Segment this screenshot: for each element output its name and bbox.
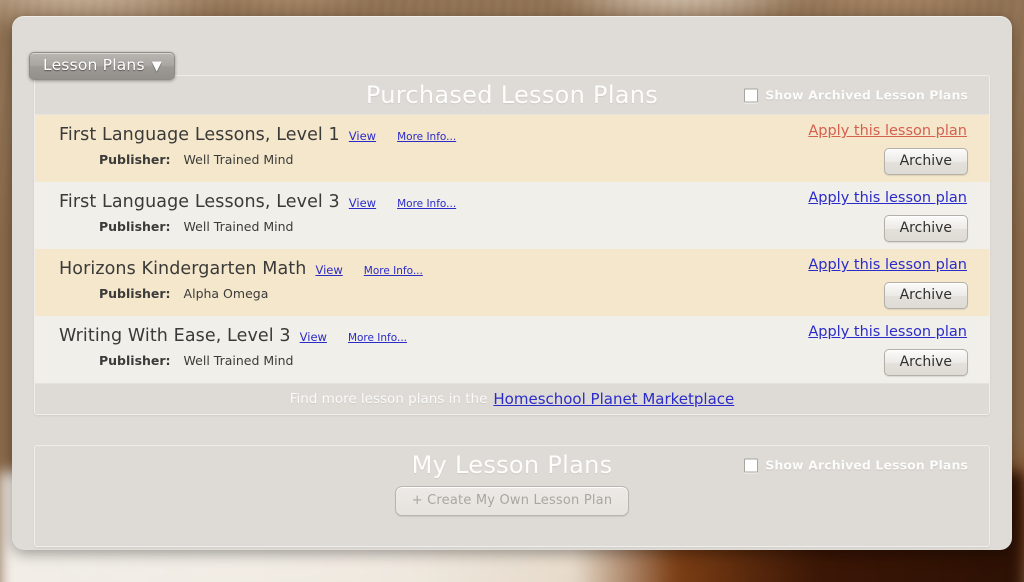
- publisher-label: Publisher:: [99, 152, 171, 167]
- plan-name: Writing With Ease, Level 3: [59, 326, 291, 346]
- more-info-link[interactable]: More Info...: [364, 265, 423, 277]
- my-panel-body: + Create My Own Lesson Plan: [35, 484, 989, 546]
- publisher-value: Alpha Omega: [183, 286, 269, 301]
- apply-lesson-plan-link[interactable]: Apply this lesson plan: [808, 257, 967, 273]
- create-my-own-lesson-plan-button[interactable]: + Create My Own Lesson Plan: [394, 486, 630, 516]
- view-link[interactable]: View: [349, 196, 376, 210]
- table-row[interactable]: First Language Lessons, Level 3 View Mor…: [35, 182, 989, 249]
- chevron-down-icon: ▼: [151, 58, 162, 74]
- tab-lesson-plans-label: Lesson Plans: [43, 56, 145, 74]
- publisher-value: Well Trained Mind: [183, 353, 294, 368]
- show-archived-toggle-purchased[interactable]: Show Archived Lesson Plans: [744, 88, 968, 103]
- archive-button[interactable]: Archive: [883, 282, 968, 309]
- table-row[interactable]: First Language Lessons, Level 1 View Mor…: [35, 115, 989, 182]
- purchased-panel-title: Purchased Lesson Plans: [365, 81, 659, 109]
- purchased-plan-list: First Language Lessons, Level 1 View Mor…: [35, 114, 989, 383]
- marketplace-link[interactable]: Homeschool Planet Marketplace: [493, 390, 734, 408]
- plan-title-group: Horizons Kindergarten Math View More Inf…: [59, 259, 423, 279]
- show-archived-toggle-mine[interactable]: Show Archived Lesson Plans: [744, 458, 968, 473]
- publisher-label: Publisher:: [99, 219, 171, 234]
- plan-name: First Language Lessons, Level 3: [59, 192, 340, 212]
- more-info-link[interactable]: More Info...: [348, 332, 407, 344]
- plan-title-group: Writing With Ease, Level 3 View More Inf…: [59, 326, 407, 346]
- purchased-lesson-plans-panel: Purchased Lesson Plans Show Archived Les…: [34, 75, 990, 415]
- archive-button[interactable]: Archive: [883, 349, 968, 376]
- plan-name: Horizons Kindergarten Math: [59, 259, 307, 279]
- table-row[interactable]: Horizons Kindergarten Math View More Inf…: [35, 249, 989, 316]
- publisher-label: Publisher:: [99, 286, 171, 301]
- plan-title-group: First Language Lessons, Level 1 View Mor…: [59, 125, 456, 145]
- purchased-panel-header: Purchased Lesson Plans Show Archived Les…: [35, 76, 989, 114]
- apply-lesson-plan-link[interactable]: Apply this lesson plan: [808, 123, 967, 139]
- show-archived-checkbox-purchased[interactable]: [744, 88, 759, 102]
- publisher-line: Publisher: Well Trained Mind: [99, 219, 294, 234]
- view-link[interactable]: View: [349, 129, 376, 143]
- my-panel-header: My Lesson Plans Show Archived Lesson Pla…: [35, 446, 989, 484]
- view-link[interactable]: View: [300, 330, 327, 344]
- publisher-value: Well Trained Mind: [183, 152, 294, 167]
- plan-name: First Language Lessons, Level 1: [59, 125, 340, 145]
- more-info-link[interactable]: More Info...: [397, 131, 456, 143]
- plan-title-group: First Language Lessons, Level 3 View Mor…: [59, 192, 456, 212]
- archive-button[interactable]: Archive: [883, 215, 968, 242]
- publisher-line: Publisher: Well Trained Mind: [99, 152, 294, 167]
- show-archived-checkbox-mine[interactable]: [744, 458, 759, 472]
- marketplace-footer: Find more lesson plans in the Homeschool…: [35, 383, 989, 414]
- show-archived-label-mine: Show Archived Lesson Plans: [765, 457, 968, 473]
- view-link[interactable]: View: [315, 263, 342, 277]
- tab-bar: Lesson Plans ▼: [12, 16, 1012, 80]
- my-lesson-plans-panel: My Lesson Plans Show Archived Lesson Pla…: [34, 445, 990, 547]
- more-info-link[interactable]: More Info...: [397, 198, 456, 210]
- app-window: Lesson Plans ▼ Purchased Lesson Plans Sh…: [12, 16, 1012, 550]
- show-archived-label-purchased: Show Archived Lesson Plans: [765, 87, 968, 103]
- publisher-value: Well Trained Mind: [183, 219, 294, 234]
- publisher-line: Publisher: Well Trained Mind: [99, 353, 294, 368]
- publisher-label: Publisher:: [99, 353, 171, 368]
- archive-button[interactable]: Archive: [883, 148, 968, 175]
- apply-lesson-plan-link[interactable]: Apply this lesson plan: [808, 324, 967, 340]
- apply-lesson-plan-link[interactable]: Apply this lesson plan: [808, 190, 967, 206]
- my-panel-title: My Lesson Plans: [411, 451, 613, 479]
- marketplace-text: Find more lesson plans in the: [289, 391, 488, 407]
- publisher-line: Publisher: Alpha Omega: [99, 286, 268, 301]
- table-row[interactable]: Writing With Ease, Level 3 View More Inf…: [35, 316, 989, 383]
